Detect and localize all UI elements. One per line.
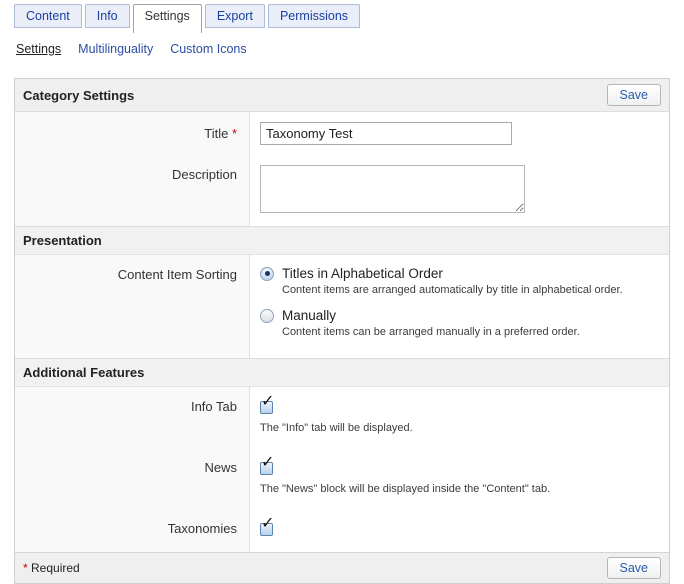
news-label: News: [15, 448, 250, 509]
tab-export[interactable]: Export: [205, 4, 265, 28]
subtab-settings[interactable]: Settings: [16, 42, 61, 56]
radio-alphabetical-description: Content items are arranged automatically…: [282, 284, 659, 296]
taxonomies-row: Taxonomies ✓: [15, 509, 669, 552]
subtab-custom-icons[interactable]: Custom Icons: [170, 42, 246, 56]
tab-info[interactable]: Info: [85, 4, 130, 28]
title-field-cell: [250, 112, 669, 153]
taxonomies-checkbox[interactable]: ✓: [260, 523, 273, 536]
news-checkbox[interactable]: ✓: [260, 462, 273, 475]
taxonomies-label: Taxonomies: [15, 509, 250, 552]
news-row: News ✓ The "News" block will be displaye…: [15, 448, 669, 509]
sorting-option-manually: Manually Content items can be arranged m…: [260, 308, 659, 338]
sorting-label: Content Item Sorting: [15, 255, 250, 358]
required-note-text: Required: [31, 561, 80, 575]
tab-settings[interactable]: Settings: [133, 4, 202, 33]
news-cell: ✓ The "News" block will be displayed ins…: [250, 448, 669, 509]
category-settings-panel: Category Settings Save Title * Descripti…: [14, 78, 670, 584]
save-button-bottom[interactable]: Save: [607, 557, 662, 579]
sorting-row: Content Item Sorting Titles in Alphabeti…: [15, 255, 669, 358]
check-icon: ✓: [261, 394, 274, 410]
panel-header: Category Settings Save: [15, 79, 669, 112]
tab-bar: Content Info Settings Export Permissions: [0, 4, 684, 37]
save-button-top[interactable]: Save: [607, 84, 662, 106]
radio-manually[interactable]: [260, 309, 274, 323]
sorting-option-alphabetical: Titles in Alphabetical Order Content ite…: [260, 266, 659, 296]
check-icon: ✓: [261, 455, 274, 471]
description-textarea[interactable]: [260, 165, 525, 213]
radio-alphabetical[interactable]: [260, 267, 274, 281]
title-input[interactable]: [260, 122, 512, 145]
panel-footer: * Required Save: [15, 552, 669, 583]
radio-alphabetical-label[interactable]: Titles in Alphabetical Order: [282, 266, 443, 281]
title-label-text: Title: [204, 126, 228, 141]
info-tab-row: Info Tab ✓ The "Info" tab will be displa…: [15, 387, 669, 448]
panel-title: Category Settings: [23, 88, 134, 103]
title-row: Title *: [15, 112, 669, 153]
required-asterisk: *: [23, 561, 28, 575]
description-label: Description: [15, 153, 250, 226]
taxonomies-cell: ✓: [250, 509, 669, 552]
radio-manually-description: Content items can be arranged manually i…: [282, 326, 659, 338]
tab-permissions[interactable]: Permissions: [268, 4, 360, 28]
section-presentation: Presentation: [15, 226, 669, 255]
description-row: Description: [15, 153, 669, 226]
news-description: The "News" block will be displayed insid…: [260, 483, 659, 495]
required-note: * Required: [23, 561, 80, 575]
subtab-multilinguality[interactable]: Multilinguality: [78, 42, 153, 56]
info-tab-cell: ✓ The "Info" tab will be displayed.: [250, 387, 669, 448]
radio-manually-label[interactable]: Manually: [282, 308, 336, 323]
info-tab-description: The "Info" tab will be displayed.: [260, 422, 659, 434]
tab-content[interactable]: Content: [14, 4, 82, 28]
subtab-bar: Settings Multilinguality Custom Icons: [0, 42, 684, 56]
check-icon: ✓: [261, 516, 274, 532]
title-label: Title *: [15, 112, 250, 153]
info-tab-label: Info Tab: [15, 387, 250, 448]
sorting-options-cell: Titles in Alphabetical Order Content ite…: [250, 255, 669, 358]
section-additional-features: Additional Features: [15, 358, 669, 387]
info-tab-checkbox[interactable]: ✓: [260, 401, 273, 414]
description-field-cell: [250, 153, 669, 226]
required-asterisk: *: [232, 126, 237, 141]
